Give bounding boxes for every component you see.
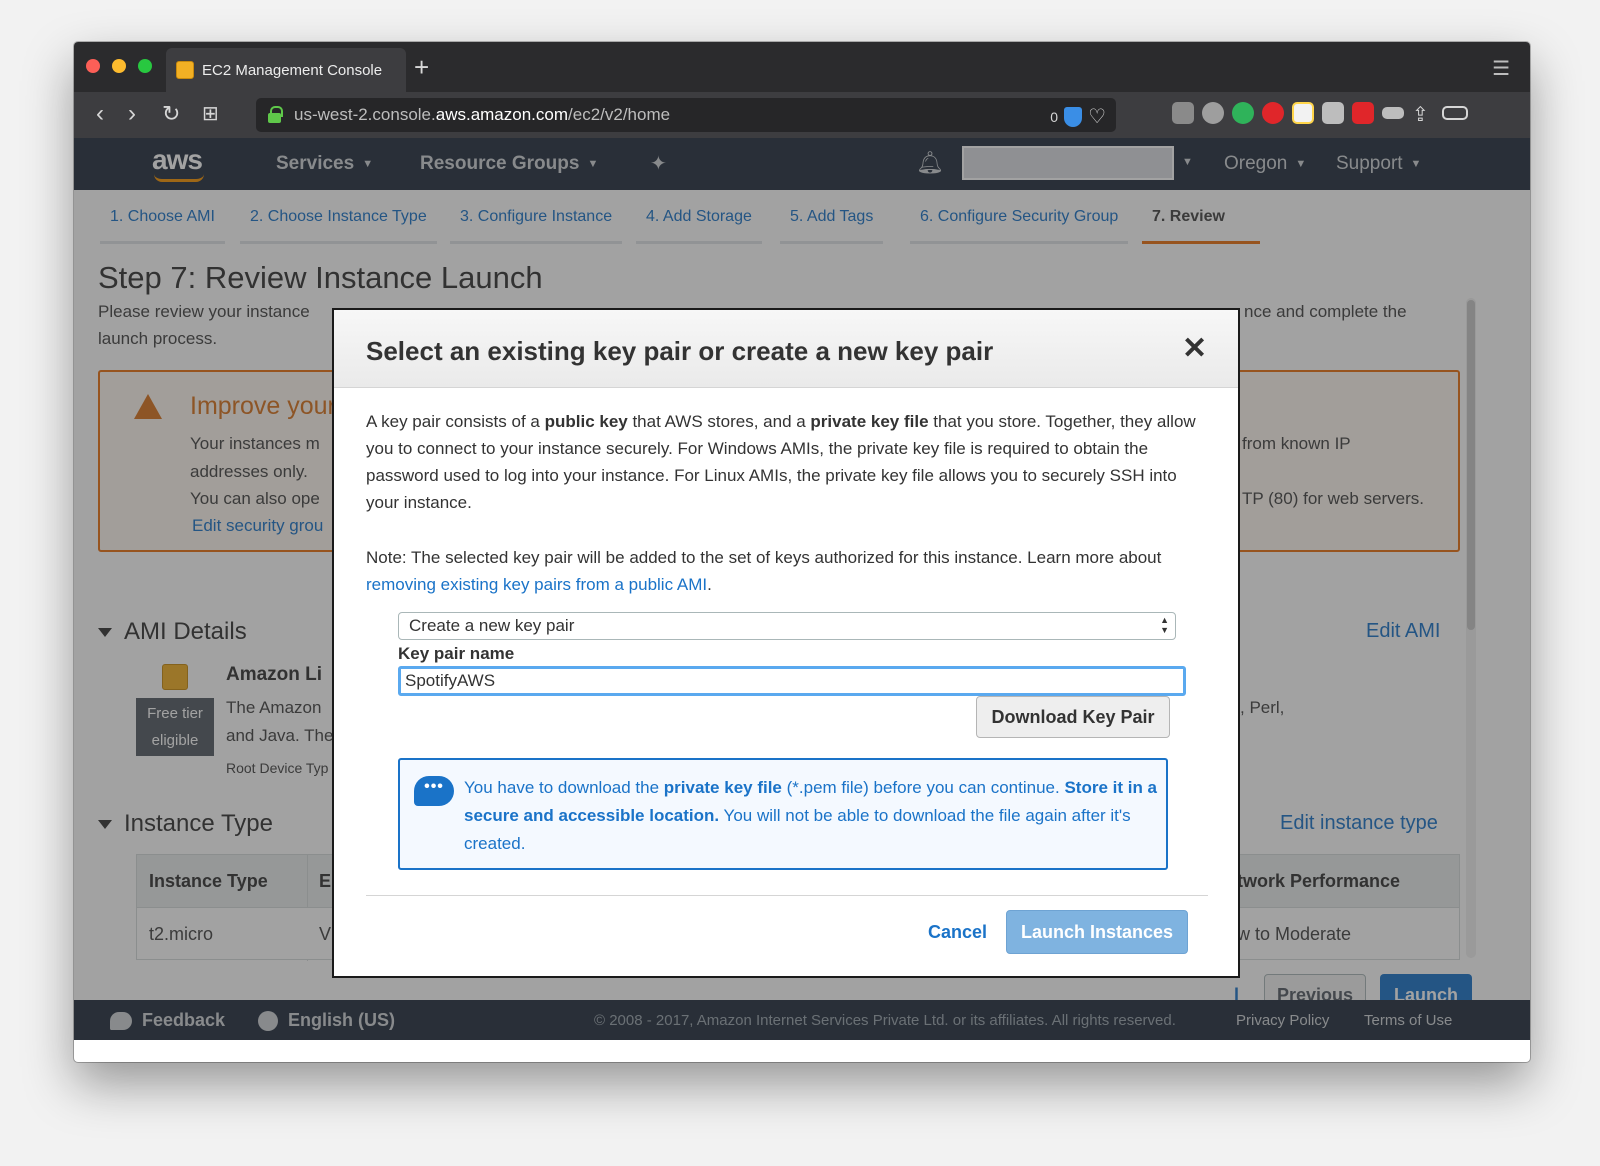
address-bar[interactable]: us-west-2.console.aws.amazon.com/ec2/v2/… xyxy=(256,98,1116,132)
cancel-button[interactable]: Cancel xyxy=(928,922,987,943)
key-pair-name-input[interactable] xyxy=(398,666,1186,696)
new-tab-button[interactable]: + xyxy=(414,54,429,80)
key-pair-dialog: Select an existing key pair or create a … xyxy=(332,308,1240,978)
browser-tab[interactable]: EC2 Management Console xyxy=(166,48,406,92)
key-pair-name-label: Key pair name xyxy=(398,644,515,663)
extension-icons: ⇪ xyxy=(1172,102,1468,126)
info-chat-icon: ••• xyxy=(414,776,454,806)
lock-icon xyxy=(268,106,283,123)
camera-icon[interactable] xyxy=(1382,107,1404,119)
blocked-count: 0 xyxy=(1050,108,1059,125)
browser-window: EC2 Management Console + ☰ ‹ › ↻ ⊞ us-we… xyxy=(74,42,1530,1062)
note-icon[interactable] xyxy=(1292,102,1314,124)
reload-icon[interactable]: ↻ xyxy=(162,100,180,128)
key-pair-option-select[interactable]: Create a new key pair ▲ ▼ xyxy=(398,612,1176,640)
ec2-cube-icon xyxy=(176,61,194,79)
remove-key-pairs-link[interactable]: removing existing key pairs from a publi… xyxy=(366,575,707,594)
dialog-title: Select an existing key pair or create a … xyxy=(366,336,994,366)
back-icon[interactable]: ‹ xyxy=(96,100,104,128)
pocket-icon[interactable] xyxy=(1202,102,1224,124)
dialog-header: Select an existing key pair or create a … xyxy=(334,310,1238,388)
battery-icon xyxy=(1442,106,1468,120)
browser-toolbar: ‹ › ↻ ⊞ us-west-2.console.aws.amazon.com… xyxy=(74,92,1530,138)
url-text: us-west-2.console.aws.amazon.com/ec2/v2/… xyxy=(294,105,671,124)
download-info-text: You have to download the private key fil… xyxy=(464,778,1158,853)
browser-tab-bar: EC2 Management Console + ☰ xyxy=(74,42,1530,92)
share-icon[interactable]: ⇪ xyxy=(1412,102,1434,126)
minimize-window-button[interactable] xyxy=(112,59,126,73)
url-badges: 0 ♡ xyxy=(1050,104,1106,129)
tab-grid-icon[interactable]: ⊞ xyxy=(202,100,219,128)
shield-icon[interactable] xyxy=(1064,106,1083,127)
download-info-box: ••• You have to download the private key… xyxy=(398,758,1168,870)
heart-icon[interactable]: ♡ xyxy=(1088,104,1106,129)
forward-icon[interactable]: › xyxy=(128,100,136,128)
evernote-icon[interactable] xyxy=(1322,102,1344,124)
key-pair-note: Note: The selected key pair will be adde… xyxy=(366,548,1162,594)
tab-title: EC2 Management Console xyxy=(202,61,383,79)
download-key-pair-button[interactable]: Download Key Pair xyxy=(976,696,1170,738)
select-arrows-icon: ▲ ▼ xyxy=(1160,615,1169,635)
close-window-button[interactable] xyxy=(86,59,100,73)
launch-instances-button[interactable]: Launch Instances xyxy=(1006,910,1188,954)
key-pair-explanation: A key pair consists of a public key that… xyxy=(366,412,1196,512)
extension-icon[interactable] xyxy=(1172,102,1194,124)
adblock-icon[interactable] xyxy=(1262,102,1284,124)
maximize-window-button[interactable] xyxy=(138,59,152,73)
close-icon[interactable]: ✕ xyxy=(1182,334,1207,364)
extension-badge-icon[interactable] xyxy=(1232,102,1254,124)
extension-red-icon[interactable] xyxy=(1352,102,1374,124)
tab-overview-icon[interactable]: ☰ xyxy=(1492,56,1510,81)
dialog-divider xyxy=(366,895,1208,896)
